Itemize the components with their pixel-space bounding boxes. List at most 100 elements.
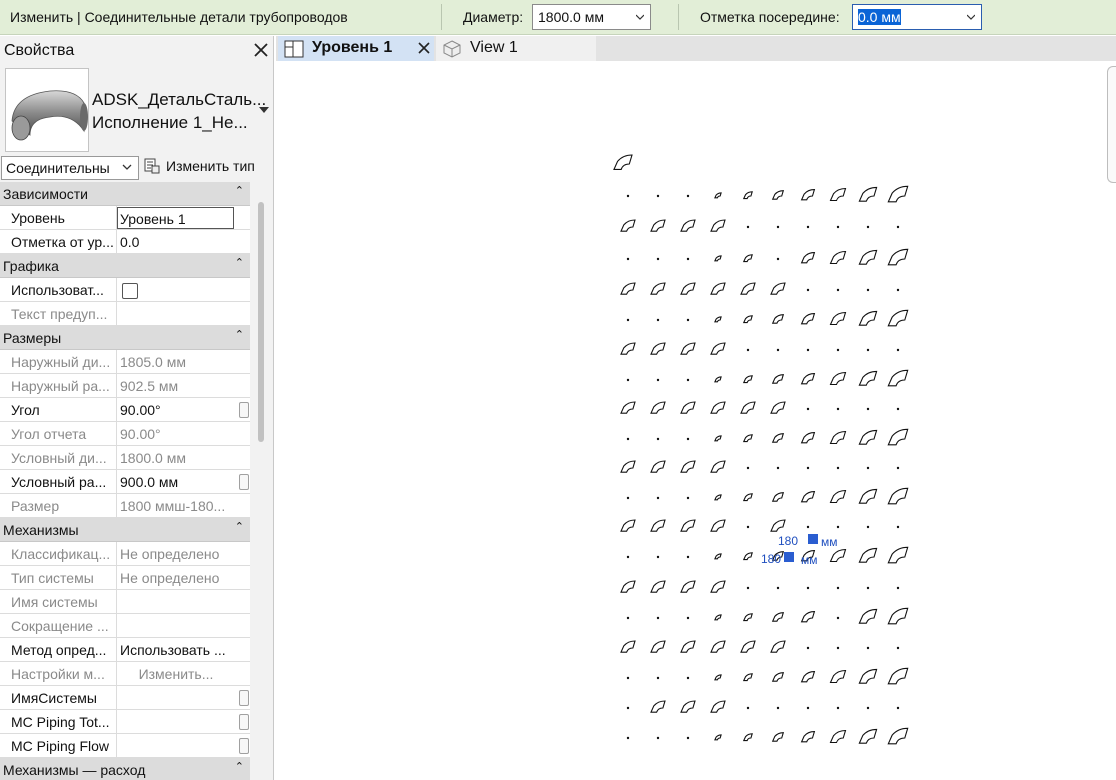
collapse-icon[interactable]: ⌃ <box>235 256 244 269</box>
pipe-elbow[interactable] <box>836 225 840 229</box>
pipe-elbow[interactable] <box>710 282 726 295</box>
pipe-elbow[interactable] <box>800 313 816 325</box>
pipe-elbow[interactable] <box>829 311 847 326</box>
properties-scrollbar[interactable] <box>258 202 264 442</box>
pipe-elbow[interactable] <box>686 676 690 680</box>
pipe-elbow[interactable] <box>686 437 690 441</box>
pipe-elbow[interactable] <box>866 466 870 470</box>
pipe-elbow[interactable] <box>626 706 630 710</box>
pipe-elbow[interactable] <box>656 378 660 382</box>
property-row[interactable]: Наружный ра... 902.5 мм <box>0 374 250 398</box>
section-header[interactable]: Размеры ⌃ <box>0 326 250 350</box>
pipe-elbow[interactable] <box>776 348 780 352</box>
property-row[interactable]: Угол 90.00° <box>0 398 250 422</box>
selection-grip[interactable] <box>784 552 794 562</box>
pipe-elbow[interactable] <box>858 728 878 744</box>
pipe-elbow[interactable] <box>746 706 750 710</box>
property-value[interactable]: Использовать ... <box>118 638 232 661</box>
property-value[interactable]: 90.00° <box>118 398 232 421</box>
pipe-elbow[interactable] <box>740 401 756 414</box>
pipe-elbow[interactable] <box>776 225 780 229</box>
pipe-elbow[interactable] <box>770 401 786 414</box>
pipe-elbow[interactable] <box>710 640 726 653</box>
pipe-elbow[interactable] <box>806 288 810 292</box>
property-row[interactable]: ИмяСистемы <box>0 686 250 710</box>
pipe-elbow[interactable] <box>620 401 636 414</box>
pipe-elbow[interactable] <box>858 429 878 445</box>
pipe-elbow[interactable] <box>742 673 753 682</box>
pipe-elbow[interactable] <box>742 552 753 561</box>
pipe-elbow[interactable] <box>800 731 816 743</box>
close-icon[interactable] <box>418 42 430 54</box>
pipe-elbow[interactable] <box>680 519 696 532</box>
pipe-elbow[interactable] <box>771 672 785 682</box>
property-row[interactable]: Отметка от ур... 0.0 <box>0 230 250 254</box>
pipe-elbow[interactable] <box>836 407 840 411</box>
pipe-elbow[interactable] <box>746 348 750 352</box>
pipe-elbow[interactable] <box>626 378 630 382</box>
pipe-elbow[interactable] <box>710 700 726 713</box>
pipe-elbow[interactable] <box>866 586 870 590</box>
pipe-elbow[interactable] <box>887 309 909 327</box>
pipe-elbow[interactable] <box>626 257 630 261</box>
pipe-elbow[interactable] <box>770 282 786 295</box>
pipe-elbow[interactable] <box>866 525 870 529</box>
pipe-elbow[interactable] <box>800 252 816 264</box>
pipe-elbow[interactable] <box>829 548 847 563</box>
pipe-elbow[interactable] <box>806 225 810 229</box>
pipe-elbow[interactable] <box>626 496 630 500</box>
pipe-elbow[interactable] <box>858 668 878 684</box>
property-row[interactable]: MC Piping Flow <box>0 734 250 758</box>
pipe-elbow[interactable] <box>620 460 636 473</box>
pipe-elbow[interactable] <box>771 433 785 443</box>
pipe-elbow[interactable] <box>714 316 722 323</box>
pipe-elbow[interactable] <box>866 348 870 352</box>
pipe-elbow[interactable] <box>858 249 878 265</box>
pipe-elbow[interactable] <box>829 729 847 744</box>
pipe-elbow[interactable] <box>829 187 847 202</box>
pipe-elbow[interactable] <box>746 525 750 529</box>
pipe-elbow[interactable] <box>858 370 878 386</box>
pipe-elbow[interactable] <box>620 219 636 232</box>
pipe-elbow[interactable] <box>806 646 810 650</box>
pipe-elbow[interactable] <box>680 580 696 593</box>
pipe-elbow[interactable] <box>771 190 785 200</box>
pipe-elbow[interactable] <box>836 646 840 650</box>
pipe-elbow[interactable] <box>650 401 666 414</box>
pipe-elbow[interactable] <box>686 496 690 500</box>
pipe-elbow[interactable] <box>836 706 840 710</box>
pipe-elbow[interactable] <box>656 437 660 441</box>
pipe-elbow[interactable] <box>742 375 753 384</box>
pipe-elbow[interactable] <box>650 219 666 232</box>
pipe-elbow[interactable] <box>858 310 878 326</box>
pipe-elbow[interactable] <box>626 194 630 198</box>
pipe-elbow[interactable] <box>656 496 660 500</box>
pipe-elbow[interactable] <box>686 194 690 198</box>
pipe-elbow[interactable] <box>656 318 660 322</box>
property-value[interactable] <box>118 710 232 733</box>
pipe-elbow[interactable] <box>626 555 630 559</box>
pipe-elbow[interactable] <box>776 257 780 261</box>
pipe-elbow[interactable] <box>896 466 900 470</box>
property-row[interactable]: MC Piping Tot... <box>0 710 250 734</box>
pipe-elbow[interactable] <box>866 646 870 650</box>
property-row[interactable]: Угол отчета 90.00° <box>0 422 250 446</box>
property-value[interactable] <box>118 686 232 709</box>
pipe-elbow[interactable] <box>896 586 900 590</box>
pipe-elbow[interactable] <box>742 191 753 200</box>
pipe-elbow[interactable] <box>714 255 722 262</box>
pipe-elbow[interactable] <box>836 525 840 529</box>
pipe-elbow[interactable] <box>714 614 722 621</box>
pipe-fittings-grid[interactable] <box>276 61 1116 780</box>
pipe-elbow[interactable] <box>680 460 696 473</box>
pipe-elbow[interactable] <box>887 248 909 266</box>
pipe-elbow[interactable] <box>770 640 786 653</box>
pipe-elbow[interactable] <box>887 369 909 387</box>
pipe-elbow[interactable] <box>866 225 870 229</box>
pipe-elbow[interactable] <box>650 580 666 593</box>
associate-parameter-button[interactable] <box>239 402 249 418</box>
instance-filter-select[interactable]: Соединительны <box>1 156 139 180</box>
pipe-elbow[interactable] <box>710 580 726 593</box>
pipe-elbow[interactable] <box>746 586 750 590</box>
pipe-elbow[interactable] <box>656 257 660 261</box>
